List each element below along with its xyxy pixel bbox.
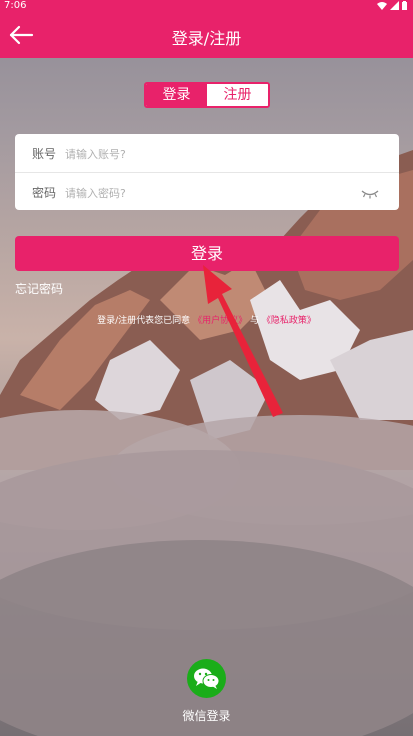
login-button[interactable]: 登录 [15,236,399,271]
mountain-scenery [0,150,413,736]
password-input[interactable] [63,180,357,206]
login-form: 账号 密码 [15,134,399,210]
agreement-conjunction: 与 [249,316,259,326]
app-header: 登录/注册 [0,12,413,58]
tab-register[interactable]: 注册 [207,84,268,106]
agreement-prefix: 登录/注册代表您已同意 [97,316,191,326]
background-image [0,0,413,736]
wechat-login-button[interactable] [187,659,226,698]
agreement-text: 登录/注册代表您已同意 《用户协议》 与 《隐私政策》 [0,313,413,326]
forgot-password-link[interactable]: 忘记密码 [15,280,63,297]
password-row: 密码 [15,173,399,211]
page-title: 登录/注册 [171,29,242,48]
privacy-policy-link[interactable]: 《隐私政策》 [262,316,316,326]
account-row: 账号 [15,134,399,173]
wechat-login-label: 微信登录 [182,709,231,723]
status-bar: 7:06 [0,0,413,12]
login-register-tabs: 登录 注册 [144,82,270,108]
account-input[interactable] [63,141,357,167]
status-time: 7:06 [4,0,27,11]
eye-closed-icon[interactable] [361,185,379,199]
user-agreement-link[interactable]: 《用户协议》 [193,316,247,326]
password-label: 密码 [32,186,57,200]
account-label: 账号 [32,147,57,161]
tab-login[interactable]: 登录 [146,84,207,106]
wechat-icon [194,668,220,689]
